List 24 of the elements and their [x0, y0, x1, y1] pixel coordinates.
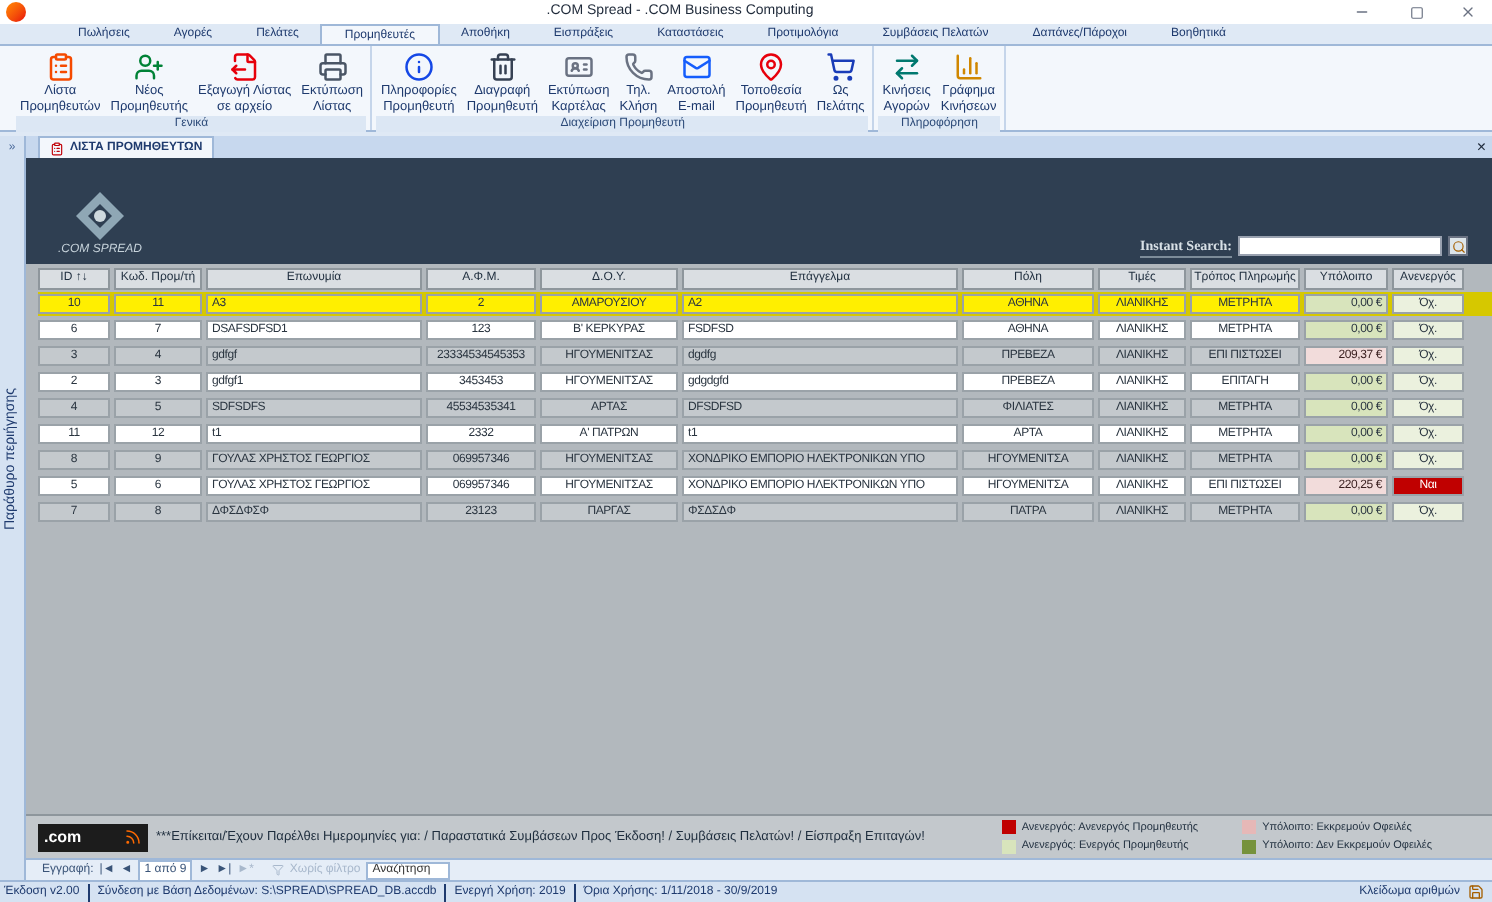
trash-icon [487, 52, 518, 82]
user-plus-icon [134, 52, 165, 82]
form-view-icon[interactable] [1468, 884, 1484, 900]
rss-icon [124, 828, 142, 846]
maximize-icon[interactable] [1410, 5, 1424, 19]
mail-icon [681, 52, 712, 82]
app-logo-icon[interactable] [6, 2, 26, 22]
clipboard-icon [45, 52, 76, 82]
close-form-button[interactable]: × [1476, 138, 1486, 158]
info-icon [403, 52, 434, 82]
search-field[interactable] [1238, 236, 1442, 257]
footer-logo-text: .com [44, 825, 82, 849]
phone-icon [623, 52, 654, 82]
map-pin-icon [756, 52, 787, 82]
bar-chart-icon [953, 52, 984, 82]
file-export-icon [229, 52, 260, 82]
card-icon [563, 52, 594, 82]
print-icon [317, 52, 348, 82]
search-button[interactable] [1448, 236, 1468, 257]
cart-icon [825, 52, 856, 82]
arrows-icon [891, 52, 922, 82]
close-icon[interactable] [1460, 4, 1476, 20]
diamond-logo-icon [74, 190, 126, 242]
form-icon [50, 141, 64, 155]
